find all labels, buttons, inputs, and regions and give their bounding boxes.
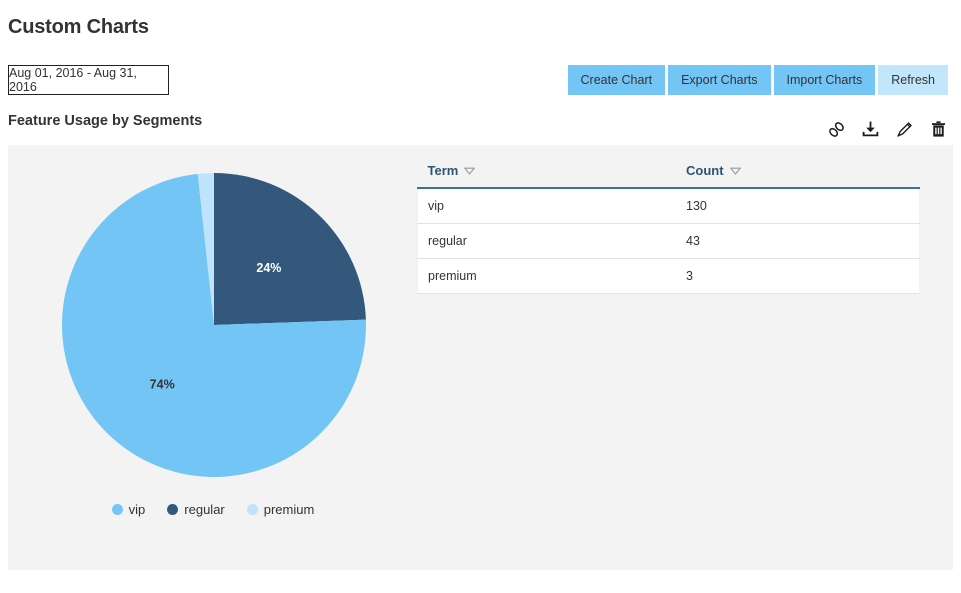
legend-swatch-premium <box>246 504 258 515</box>
column-header-count-label: Count <box>686 163 724 178</box>
pie-slice-label-regular: 24% <box>256 261 281 275</box>
chevron-down-icon <box>729 167 741 175</box>
column-header-count: Count <box>676 163 920 189</box>
pie-slice-regular[interactable] <box>214 173 366 325</box>
column-header-term: Term <box>417 163 676 189</box>
cell-count: 130 <box>676 188 920 224</box>
table-row[interactable]: premium 3 <box>417 258 920 294</box>
legend-item-regular[interactable]: regular <box>167 502 225 517</box>
page-title: Custom Charts <box>8 16 149 38</box>
table-row[interactable]: regular 43 <box>417 223 920 259</box>
legend-item-premium[interactable]: premium <box>246 502 315 517</box>
legend-label-premium: premium <box>263 502 315 517</box>
column-header-term-label: Term <box>427 163 459 178</box>
chart-toolbar: Create Chart Export Charts Import Charts… <box>567 65 948 95</box>
term-count-table: Term Count vip 130 regular 43 premium 3 <box>417 163 920 294</box>
table-header-row: Term Count <box>417 163 920 189</box>
sort-count[interactable]: Count <box>686 163 741 178</box>
pie-chart[interactable]: 24% 74% <box>61 172 367 478</box>
chart-section-title: Feature Usage by Segments <box>8 113 203 129</box>
cell-count: 3 <box>676 258 920 294</box>
cell-term: vip <box>417 188 676 224</box>
link-icon[interactable] <box>826 118 846 140</box>
chart-legend: vip regular premium <box>8 502 418 517</box>
date-range-picker[interactable]: Aug 01, 2016 - Aug 31, 2016 <box>8 65 169 95</box>
import-charts-button[interactable]: Import Charts <box>773 65 876 95</box>
legend-swatch-vip <box>111 504 123 515</box>
pie-slice-label-vip: 74% <box>150 378 175 392</box>
cell-term: premium <box>417 258 676 294</box>
export-charts-button[interactable]: Export Charts <box>668 65 771 95</box>
legend-swatch-regular <box>167 504 179 515</box>
legend-label-regular: regular <box>184 502 225 517</box>
trash-delete-icon[interactable] <box>928 118 948 140</box>
cell-count: 43 <box>676 223 920 259</box>
date-range-label: Aug 01, 2016 - Aug 31, 2016 <box>9 66 137 94</box>
edit-pencil-icon[interactable] <box>894 118 914 140</box>
chevron-down-icon <box>464 167 476 175</box>
cell-term: regular <box>417 223 676 259</box>
table-row[interactable]: vip 130 <box>417 188 920 224</box>
create-chart-button[interactable]: Create Chart <box>567 65 666 95</box>
refresh-button[interactable]: Refresh <box>878 65 948 95</box>
download-icon[interactable] <box>860 118 880 140</box>
chart-action-icons <box>826 118 948 140</box>
pie-chart-area: 24% 74% vip regular premium <box>8 145 418 570</box>
legend-item-vip[interactable]: vip <box>111 502 146 517</box>
sort-term[interactable]: Term <box>428 163 476 178</box>
legend-label-vip: vip <box>128 502 146 517</box>
chart-panel: 24% 74% vip regular premium Term Count v… <box>8 145 953 570</box>
